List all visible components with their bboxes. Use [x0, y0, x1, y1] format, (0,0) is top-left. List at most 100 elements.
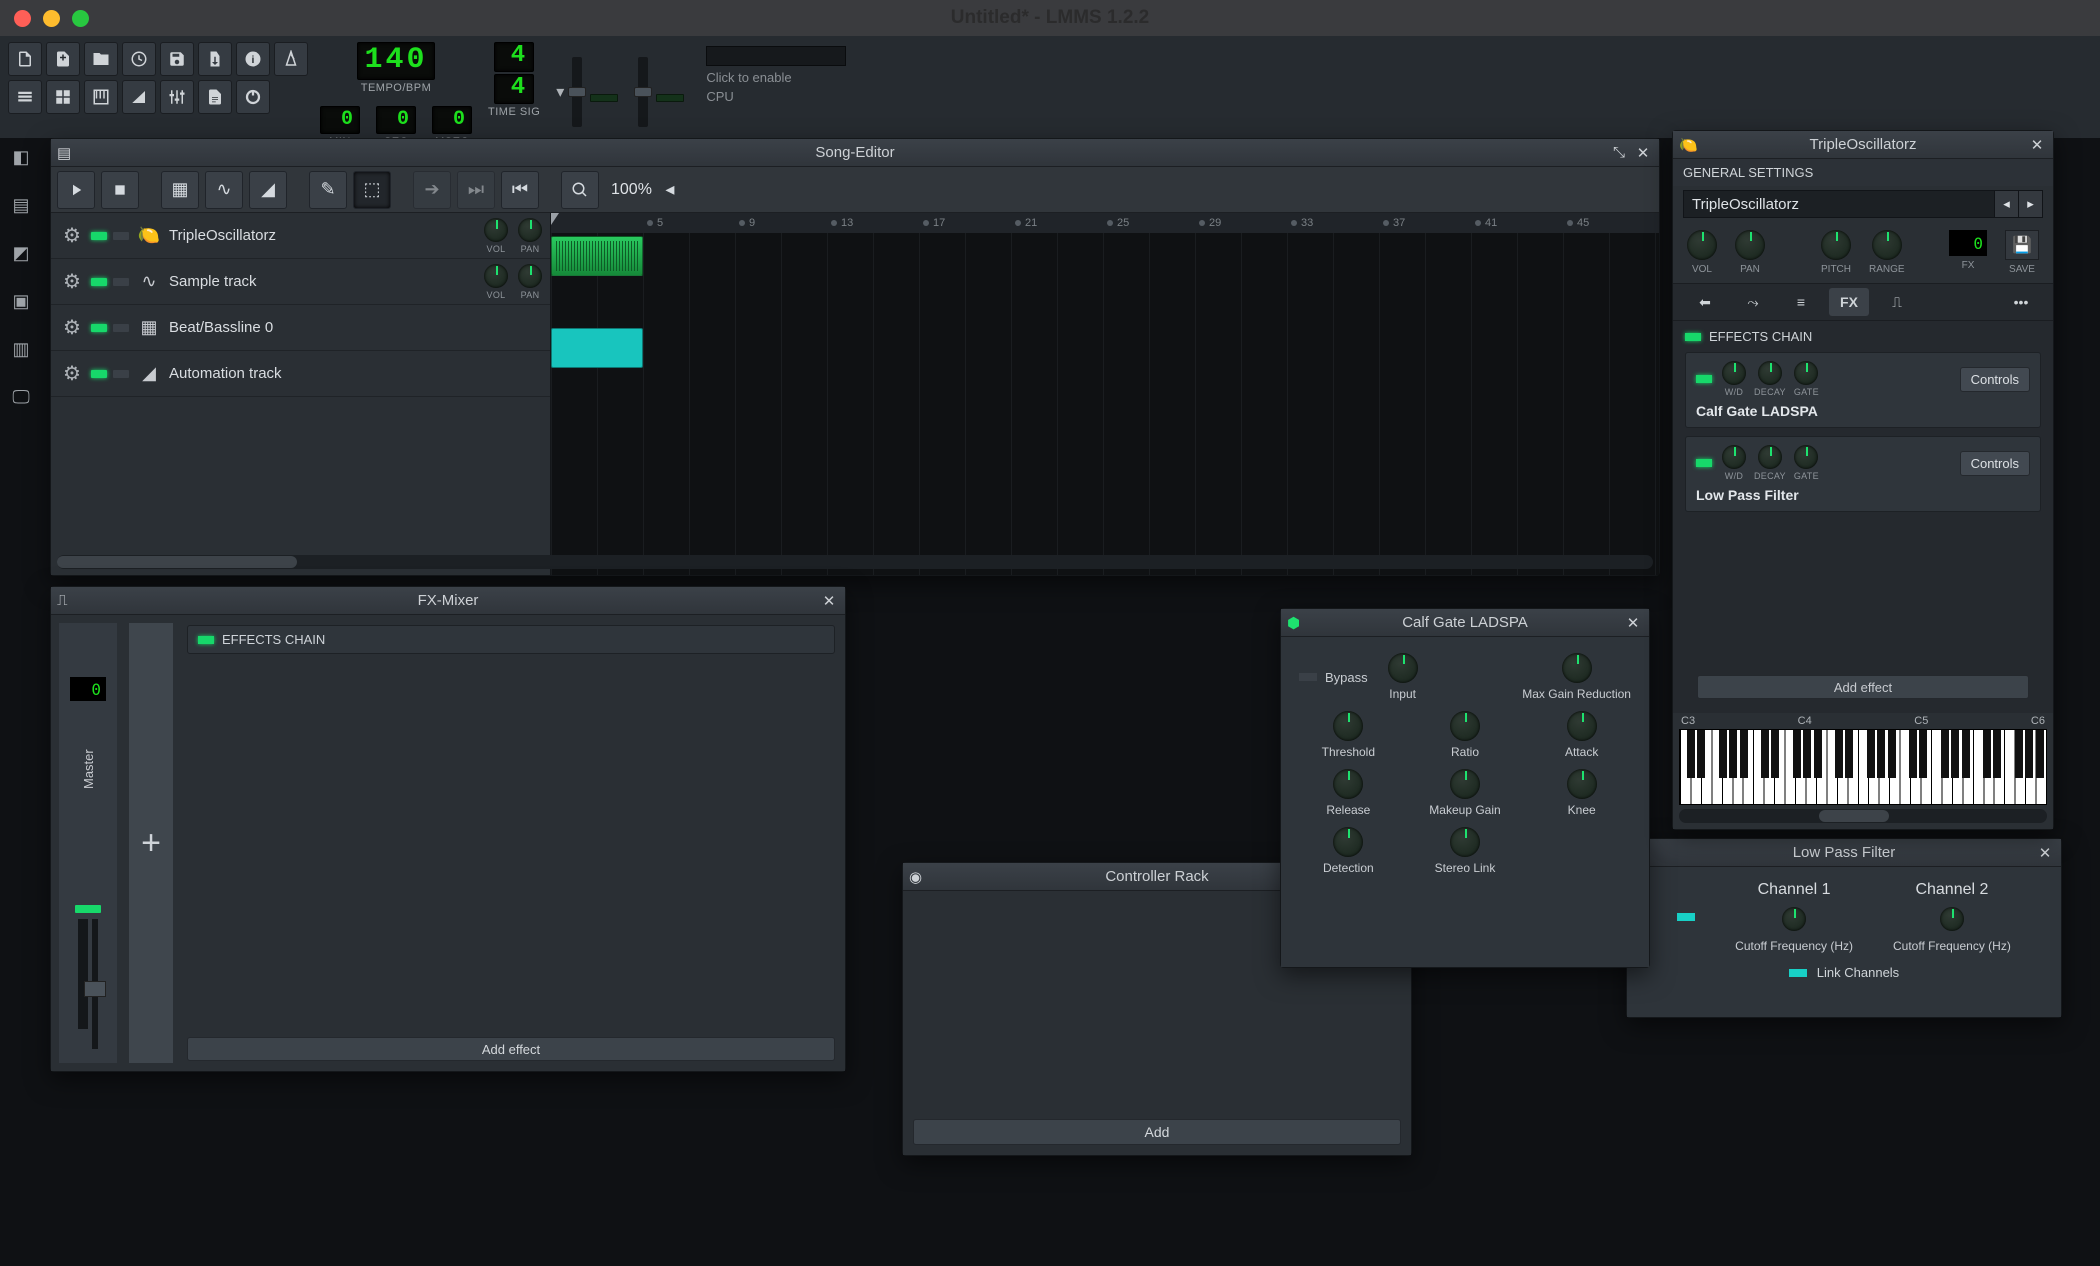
- mute-led[interactable]: [91, 370, 107, 378]
- tab-more[interactable]: •••: [2001, 288, 2041, 316]
- whats-this-button[interactable]: i: [236, 42, 270, 76]
- automation-editor-button[interactable]: [122, 80, 156, 114]
- tab-fx[interactable]: FX: [1829, 288, 1869, 316]
- calf-gate-close[interactable]: ✕: [1623, 613, 1643, 633]
- add-fx-channel-button[interactable]: +: [129, 623, 173, 1063]
- instrument-close[interactable]: ✕: [2027, 135, 2047, 155]
- zoom-value[interactable]: 100%: [611, 181, 652, 199]
- add-bb-track-button[interactable]: ▦: [161, 171, 199, 209]
- next-preset-button[interactable]: ▸: [2018, 191, 2042, 217]
- master-pitch-fader[interactable]: [638, 57, 648, 127]
- track-pan-knob[interactable]: [518, 264, 542, 288]
- add-sample-track-button[interactable]: ∿: [205, 171, 243, 209]
- decay-knob[interactable]: [1758, 445, 1782, 469]
- stereo-link-knob[interactable]: [1450, 827, 1480, 857]
- knee-knob[interactable]: [1567, 769, 1597, 799]
- rewind-button[interactable]: ⏮: [501, 171, 539, 209]
- mute-led[interactable]: [91, 232, 107, 240]
- controller-add-button[interactable]: Add: [913, 1119, 1401, 1145]
- instrument-name-field[interactable]: TripleOscillatorz ◂▸: [1683, 190, 2043, 218]
- lpf-link-channels[interactable]: Link Channels: [1647, 965, 2041, 980]
- fx-mixer-button[interactable]: [160, 80, 194, 114]
- release-knob[interactable]: [1333, 769, 1363, 799]
- midi-clip[interactable]: [551, 236, 643, 276]
- calf-gate-titlebar[interactable]: ⬢ Calf Gate LADSPA ✕: [1281, 609, 1649, 637]
- piano-roll-button[interactable]: [84, 80, 118, 114]
- channel-fader[interactable]: [92, 919, 98, 1049]
- fx-enable-led[interactable]: [1696, 375, 1712, 383]
- tab-midi[interactable]: ⎍: [1877, 288, 1917, 316]
- solo-led[interactable]: [113, 370, 129, 378]
- fx-item-low-pass[interactable]: W/D DECAY GATE Controls Low Pass Filter: [1685, 436, 2041, 512]
- bb-clip[interactable]: [551, 328, 643, 368]
- master-volume-fader[interactable]: [572, 57, 582, 127]
- lpf-titlebar[interactable]: ⬢ Low Pass Filter ✕: [1627, 839, 2061, 867]
- recent-projects-button[interactable]: [122, 42, 156, 76]
- back-to-start-button[interactable]: ⏭: [457, 171, 495, 209]
- zoom-dropdown[interactable]: ◂: [658, 171, 682, 209]
- controller-rack-button[interactable]: [236, 80, 270, 114]
- mute-led[interactable]: [91, 278, 107, 286]
- export-project-button[interactable]: [198, 42, 232, 76]
- track-header-automation[interactable]: ⚙ ◢ Automation track: [51, 351, 550, 397]
- track-header-sample[interactable]: ⚙ ∿ Sample track VOLPAN: [51, 259, 550, 305]
- gear-icon[interactable]: ⚙: [59, 269, 85, 295]
- edit-mode-button[interactable]: ⬚: [353, 171, 391, 209]
- instr-vol-knob[interactable]: [1687, 230, 1717, 260]
- fx-mixer-titlebar[interactable]: ⎍ FX-Mixer ✕: [51, 587, 845, 615]
- solo-led[interactable]: [113, 232, 129, 240]
- fx-chain-led[interactable]: [1685, 333, 1701, 341]
- instr-pitch-knob[interactable]: [1821, 230, 1851, 260]
- open-project-button[interactable]: [84, 42, 118, 76]
- auto-limit-icon[interactable]: ▾: [556, 82, 564, 102]
- rail-instruments-icon[interactable]: ◧: [6, 142, 36, 172]
- song-editor-titlebar[interactable]: ▤ Song-Editor ⤡ ✕: [51, 139, 1659, 167]
- lpf-close[interactable]: ✕: [2035, 843, 2055, 863]
- track-header-tripleoscillator[interactable]: ⚙ 🍋 TripleOscillatorz VOLPAN: [51, 213, 550, 259]
- gear-icon[interactable]: ⚙: [59, 223, 85, 249]
- tab-arp[interactable]: ≡: [1781, 288, 1821, 316]
- song-editor-maximize[interactable]: ⤡: [1609, 143, 1629, 163]
- controls-button[interactable]: Controls: [1960, 367, 2030, 392]
- link-led[interactable]: [1789, 969, 1807, 977]
- tempo-display[interactable]: 140: [357, 42, 434, 80]
- gate-knob[interactable]: [1794, 445, 1818, 469]
- bypass-toggle[interactable]: Bypass: [1299, 670, 1368, 685]
- track-pan-knob[interactable]: [518, 218, 542, 242]
- mixer-add-effect-button[interactable]: Add effect: [187, 1037, 835, 1061]
- rail-computer-icon[interactable]: 🖵: [6, 382, 36, 412]
- instrument-titlebar[interactable]: 🍋 TripleOscillatorz ✕: [1673, 131, 2053, 159]
- rail-home-icon[interactable]: ▣: [6, 286, 36, 316]
- ratio-knob[interactable]: [1450, 711, 1480, 741]
- fx-chain-led[interactable]: [198, 636, 214, 644]
- playhead-icon[interactable]: [551, 213, 559, 225]
- bb-editor-button[interactable]: [46, 80, 80, 114]
- save-project-button[interactable]: [160, 42, 194, 76]
- draw-mode-button[interactable]: ✎: [309, 171, 347, 209]
- decay-knob[interactable]: [1758, 361, 1782, 385]
- timesig-den[interactable]: 4: [494, 74, 534, 104]
- timesig-num[interactable]: 4: [494, 42, 534, 72]
- instr-add-effect-button[interactable]: Add effect: [1697, 675, 2029, 699]
- detection-knob[interactable]: [1333, 827, 1363, 857]
- scrollbar-thumb[interactable]: [57, 556, 297, 568]
- new-project-button[interactable]: [8, 42, 42, 76]
- gear-icon[interactable]: ⚙: [59, 361, 85, 387]
- solo-led[interactable]: [113, 278, 129, 286]
- metronome-button[interactable]: [274, 42, 308, 76]
- gate-knob[interactable]: [1794, 361, 1818, 385]
- tab-plugin[interactable]: ⬅: [1685, 288, 1725, 316]
- track-vol-knob[interactable]: [484, 218, 508, 242]
- fx-mixer-close[interactable]: ✕: [819, 591, 839, 611]
- fx-channel-master[interactable]: 0 Master: [59, 623, 117, 1063]
- lpf-ch1-cutoff-knob[interactable]: [1782, 907, 1806, 931]
- stop-button[interactable]: [101, 171, 139, 209]
- rail-presets-icon[interactable]: ◩: [6, 238, 36, 268]
- rail-projects-icon[interactable]: ▥: [6, 334, 36, 364]
- lpf-ch2-cutoff-knob[interactable]: [1940, 907, 1964, 931]
- track-header-bb[interactable]: ⚙ ▦ Beat/Bassline 0: [51, 305, 550, 351]
- play-button[interactable]: [57, 171, 95, 209]
- fx-enable-led[interactable]: [1696, 459, 1712, 467]
- zoom-button[interactable]: [561, 171, 599, 209]
- rail-samples-icon[interactable]: ▤: [6, 190, 36, 220]
